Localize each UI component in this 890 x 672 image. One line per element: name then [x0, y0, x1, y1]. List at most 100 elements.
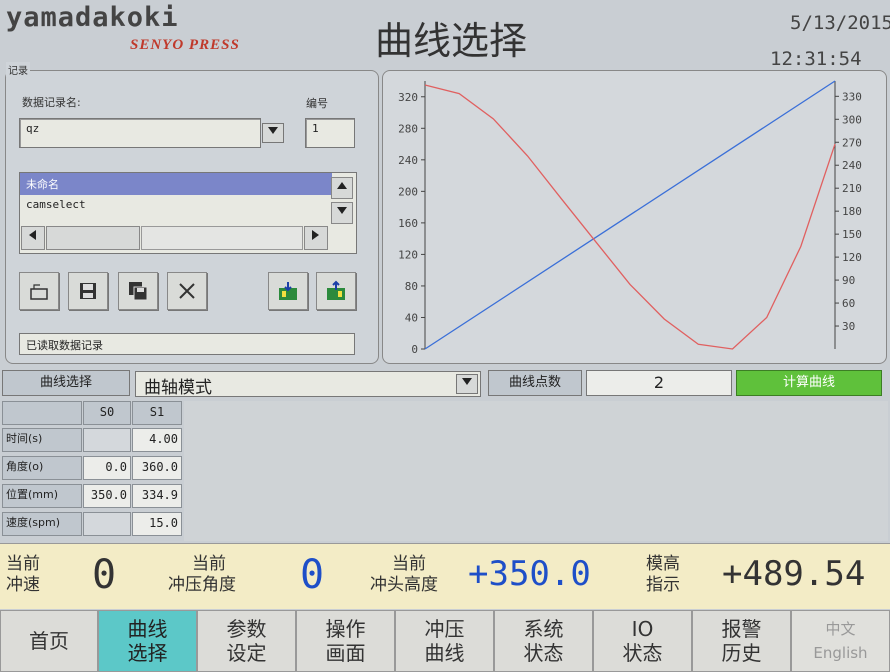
chevron-down-icon	[268, 127, 278, 134]
tab-label: 画面	[325, 641, 366, 665]
hscroll-thumb[interactable]	[46, 226, 140, 250]
tab-alarm-history[interactable]: 报警 历史	[692, 610, 791, 672]
table-cell[interactable]	[83, 428, 131, 452]
tab-curve-select[interactable]: 曲线 选择	[98, 610, 197, 672]
height-label-line2: 冲头高度	[370, 575, 438, 595]
tab-label: 曲线	[127, 617, 168, 641]
chevron-down-icon	[462, 378, 472, 385]
y-tick-label-left: 0	[411, 343, 418, 356]
tab-label: 参数	[226, 617, 267, 641]
new-record-button[interactable]	[19, 272, 59, 310]
save-as-button[interactable]	[118, 272, 158, 310]
curve-chart-panel: 0 40 80 120 160 200 240 280 320 30 60 90 120 150 180 21…	[382, 70, 887, 364]
calculate-curve-button[interactable]: 计算曲线	[736, 370, 882, 396]
tab-label: 曲线	[424, 641, 465, 665]
table-cell[interactable]: 360.0	[132, 456, 182, 480]
row-header-angle: 角度(o)	[2, 456, 82, 480]
tab-label: 报警	[721, 617, 762, 641]
list-item[interactable]: 未命名	[20, 173, 332, 195]
row-header-time: 时间(s)	[2, 428, 82, 452]
chevron-left-icon	[29, 230, 36, 240]
record-name-dropdown-button[interactable]	[262, 123, 284, 143]
delete-button[interactable]	[167, 272, 207, 310]
import-button[interactable]	[268, 272, 308, 310]
record-number-input[interactable]: 1	[305, 118, 355, 148]
export-button[interactable]	[316, 272, 356, 310]
current-speed-value: 0	[92, 552, 117, 598]
save-button[interactable]	[68, 272, 108, 310]
y-tick-label-right: 300	[842, 113, 862, 126]
tab-label: 选择	[127, 641, 168, 665]
die-height-label-line2: 指示	[646, 575, 680, 595]
table-cell[interactable]: 4.00	[132, 428, 182, 452]
date-readout: 5/13/2015	[790, 12, 890, 34]
angle-label-line1: 当前	[192, 554, 226, 574]
tab-label: 历史	[721, 641, 762, 665]
section-label: 曲线选择	[2, 370, 130, 396]
record-panel-tag: 记录	[6, 62, 30, 77]
height-label-line1: 当前	[392, 554, 426, 574]
list-item[interactable]: camselect	[20, 195, 332, 217]
tab-label: 状态	[622, 641, 663, 665]
die-height-value: +489.54	[722, 554, 866, 594]
y-tick-label-right: 240	[842, 159, 862, 172]
y-tick-label-right: 30	[842, 320, 855, 333]
close-icon	[179, 283, 195, 299]
record-name-label: 数据记录名:	[22, 96, 81, 109]
table-cell[interactable]: 15.0	[132, 512, 182, 536]
current-angle-value: 0	[300, 552, 325, 598]
y-tick-label-right: 90	[842, 274, 855, 287]
speed-label-line1: 当前	[6, 554, 40, 574]
y-tick-label-right: 330	[842, 90, 862, 103]
save-icon	[80, 283, 96, 299]
col-header-s1: S1	[132, 401, 182, 425]
brand-logo: yamadakoki	[6, 2, 179, 33]
table-cell[interactable]	[83, 512, 131, 536]
speed-label-line2: 冲速	[6, 575, 40, 595]
chevron-down-icon	[337, 207, 347, 214]
y-tick-label-right: 60	[842, 297, 855, 310]
table-cell[interactable]: 350.0	[83, 484, 131, 508]
y-tick-label-left: 160	[398, 217, 418, 230]
tab-home[interactable]: 首页	[0, 610, 98, 672]
list-scroll-up-button[interactable]	[331, 177, 353, 199]
y-tick-label-left: 120	[398, 248, 418, 261]
tab-label: 系统	[523, 617, 564, 641]
tab-label: 中文	[825, 620, 856, 638]
y-tick-label-right: 270	[842, 136, 862, 149]
hscroll-left-button[interactable]	[21, 226, 45, 250]
table-cell[interactable]: 0.0	[83, 456, 131, 480]
col-header-s0: S0	[83, 401, 131, 425]
tab-label: 冲压	[424, 617, 465, 641]
tab-label: 设定	[226, 641, 267, 665]
curve-points-input[interactable]: 2	[586, 370, 732, 396]
curve-chart: 0 40 80 120 160 200 240 280 320 30 60 90 120 150 180 21…	[398, 80, 862, 356]
y-tick-label-left: 280	[398, 122, 418, 135]
tab-press-curve[interactable]: 冲压 曲线	[395, 610, 494, 672]
record-status-text: 已读取数据记录	[19, 333, 355, 355]
brand-sub: SENYO PRESS	[130, 37, 240, 53]
tab-parameter-settings[interactable]: 参数 设定	[197, 610, 296, 672]
y-tick-label-left: 80	[405, 280, 418, 293]
hscroll-track[interactable]	[141, 226, 303, 250]
tab-system-status[interactable]: 系统 状态	[494, 610, 593, 672]
die-height-label-line1: 模高	[646, 554, 680, 574]
curve-points-label: 曲线点数	[488, 370, 582, 396]
tab-label: English	[813, 644, 868, 662]
curve-mode-select[interactable]: 曲轴模式	[135, 371, 481, 398]
y-tick-label-right: 120	[842, 251, 862, 264]
row-header-speed: 速度(spm)	[2, 512, 82, 536]
record-name-input[interactable]: qz	[19, 118, 261, 148]
tab-io-status[interactable]: IO 状态	[593, 610, 692, 672]
tab-label: 首页	[29, 629, 69, 653]
table-cell[interactable]: 334.9	[132, 484, 182, 508]
y-tick-label-right: 210	[842, 182, 862, 195]
hscroll-right-button[interactable]	[304, 226, 328, 250]
tab-label: 状态	[523, 641, 564, 665]
tab-operation-screen[interactable]: 操作 画面	[296, 610, 395, 672]
curve-mode-dropdown-button[interactable]	[456, 374, 478, 394]
angle-label-line2: 冲压角度	[168, 575, 236, 595]
list-scroll-down-button[interactable]	[331, 202, 353, 224]
row-header-position: 位置(mm)	[2, 484, 82, 508]
tab-language-toggle[interactable]: 中文 English	[791, 610, 890, 672]
